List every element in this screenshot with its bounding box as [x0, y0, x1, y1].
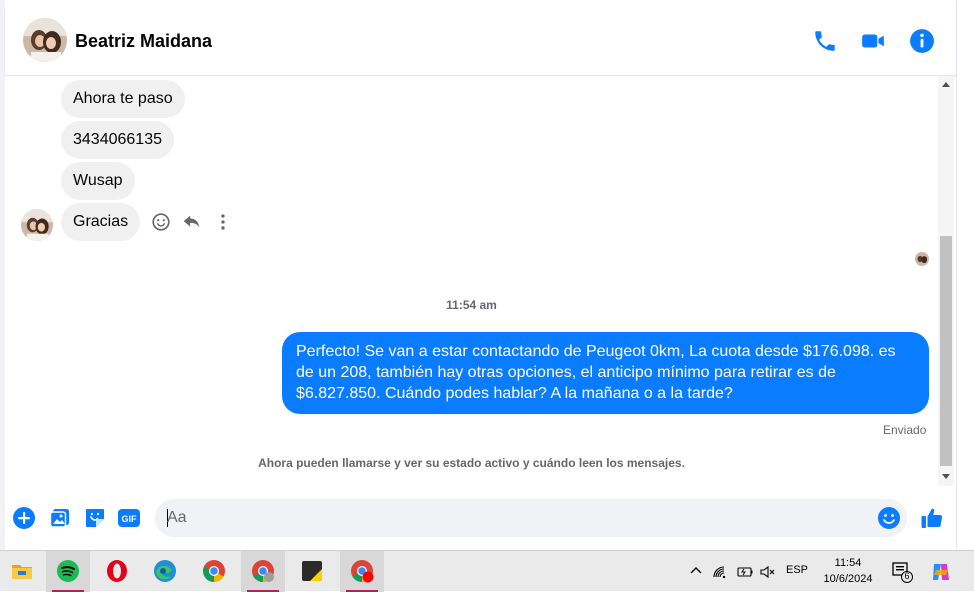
chrome-profile-icon[interactable]	[241, 551, 285, 592]
sticky-notes-icon[interactable]	[290, 551, 334, 592]
contact-avatar[interactable]	[23, 18, 67, 62]
scrollbar-thumb[interactable]	[940, 236, 952, 466]
windows-taskbar: ESP 11:54 10/6/2024 6	[0, 550, 974, 592]
gif-icon[interactable]: GIF	[117, 506, 141, 530]
file-explorer-icon[interactable]	[0, 551, 44, 592]
message-timestamp: 11:54 am	[446, 298, 497, 312]
messenger-window: Beatriz Maidana Ahora te paso 3434066135…	[0, 0, 974, 550]
video-call-icon[interactable]	[860, 28, 886, 54]
clock-date: 10/6/2024	[823, 573, 873, 585]
chrome-icon[interactable]	[192, 551, 236, 592]
plus-icon[interactable]	[12, 506, 36, 530]
battery-icon[interactable]	[736, 563, 756, 581]
delivery-status: Enviado	[883, 423, 927, 437]
conversation-header: Beatriz Maidana	[5, 8, 956, 76]
spotify-icon[interactable]	[46, 551, 90, 592]
more-options-icon[interactable]	[212, 211, 234, 233]
scroll-up-arrow[interactable]	[942, 82, 950, 87]
seen-indicator-avatar	[915, 252, 929, 266]
scroll-down-arrow[interactable]	[942, 474, 950, 479]
react-icon[interactable]	[150, 211, 172, 233]
window-right-edge	[956, 0, 974, 550]
contact-name[interactable]: Beatriz Maidana	[75, 31, 212, 52]
chrome-recording-icon[interactable]	[340, 551, 384, 592]
svg-text:GIF: GIF	[122, 514, 138, 524]
like-icon[interactable]	[920, 506, 944, 530]
notifications-icon[interactable]: 6	[890, 560, 914, 584]
show-hidden-icons[interactable]	[688, 563, 704, 579]
notification-count: 6	[904, 571, 910, 581]
clock-time: 11:54	[834, 557, 862, 569]
opera-icon[interactable]	[95, 551, 139, 592]
wifi-icon[interactable]	[712, 563, 732, 581]
emoji-icon[interactable]	[877, 506, 901, 530]
incoming-message[interactable]: Gracias	[61, 203, 141, 241]
image-icon[interactable]	[48, 506, 72, 530]
copilot-icon[interactable]	[930, 561, 952, 583]
sticker-icon[interactable]	[83, 506, 107, 530]
info-icon[interactable]	[909, 28, 935, 54]
edge-icon[interactable]	[143, 551, 187, 592]
volume-muted-icon[interactable]	[759, 563, 779, 581]
message-thread: Ahora te paso 3434066135 Wusap Gracias 1…	[5, 76, 938, 486]
incoming-message[interactable]: Ahora te paso	[61, 80, 185, 118]
system-clock[interactable]: 11:54 10/6/2024	[812, 555, 884, 587]
phone-icon[interactable]	[812, 28, 838, 54]
language-indicator[interactable]: ESP	[786, 564, 812, 580]
info-note: Ahora pueden llamarse y ver su estado ac…	[258, 456, 685, 470]
incoming-message[interactable]: Wusap	[61, 162, 135, 200]
reply-icon[interactable]	[181, 211, 203, 233]
incoming-message[interactable]: 3434066135	[61, 121, 174, 159]
message-input-box[interactable]	[155, 499, 907, 537]
sender-avatar[interactable]	[21, 209, 53, 241]
message-input[interactable]	[167, 499, 867, 537]
outgoing-message[interactable]: Perfecto! Se van a estar contactando de …	[282, 332, 929, 414]
message-composer: GIF	[5, 490, 956, 546]
thread-scrollbar[interactable]	[938, 76, 954, 486]
